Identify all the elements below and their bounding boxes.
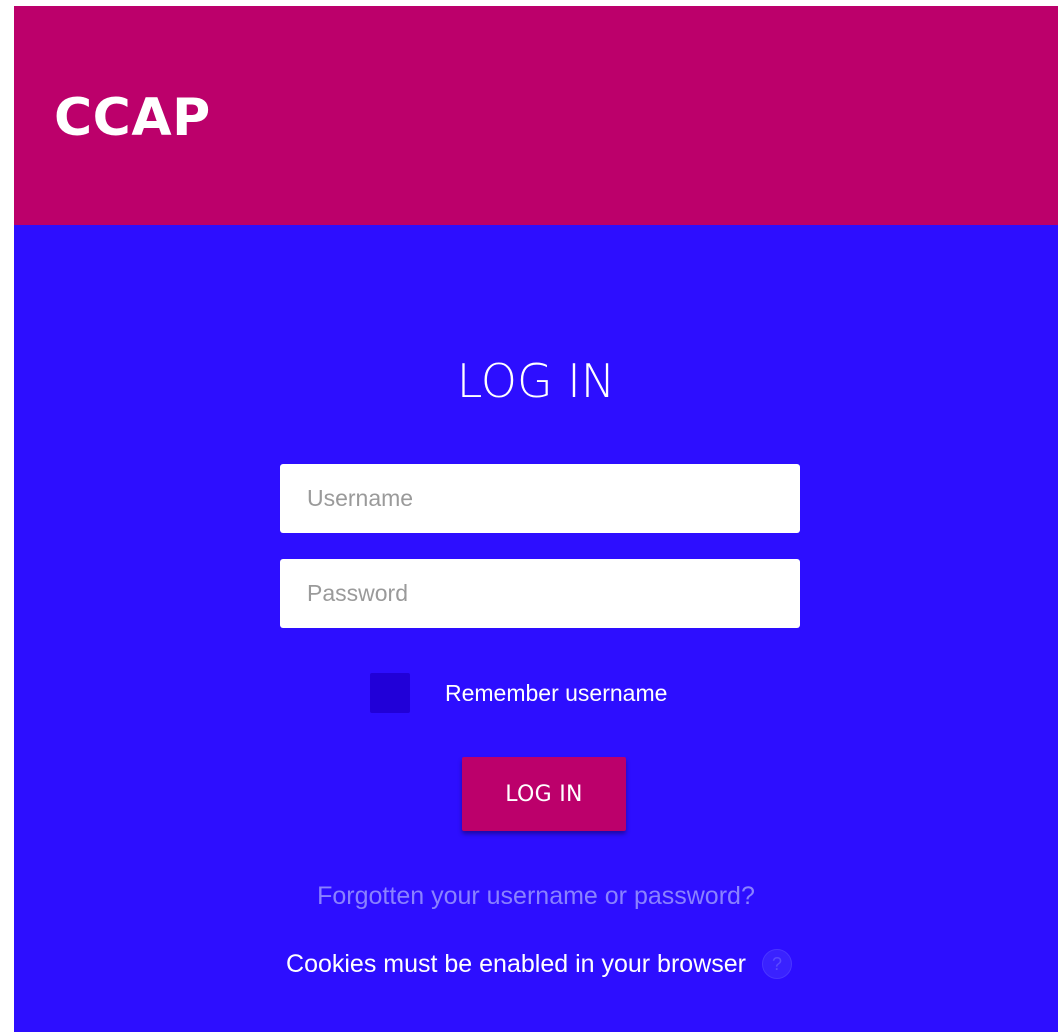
username-input[interactable] (280, 464, 800, 533)
login-heading: LOG IN (456, 354, 616, 408)
site-header: CCAP (14, 6, 1058, 225)
help-circle-icon[interactable]: ? (761, 949, 792, 979)
remember-username-label[interactable]: Remember username (445, 673, 667, 713)
cookies-notice: Cookies must be enabled in your browser … (14, 947, 1058, 981)
brand-logo-text[interactable]: CCAP (54, 86, 211, 150)
forgot-credentials-link[interactable]: Forgotten your username or password? (14, 879, 1058, 913)
cookies-notice-text: Cookies must be enabled in your browser (286, 950, 746, 978)
remember-username-checkbox[interactable] (370, 673, 410, 713)
password-input[interactable] (280, 559, 800, 628)
login-panel: LOG IN Remember username LOG IN Forgotte… (14, 225, 1058, 1032)
page-frame: CCAP LOG IN Remember username LOG IN For… (14, 6, 1058, 1032)
remember-username-row: Remember username (370, 673, 667, 713)
login-button[interactable]: LOG IN (462, 757, 626, 831)
